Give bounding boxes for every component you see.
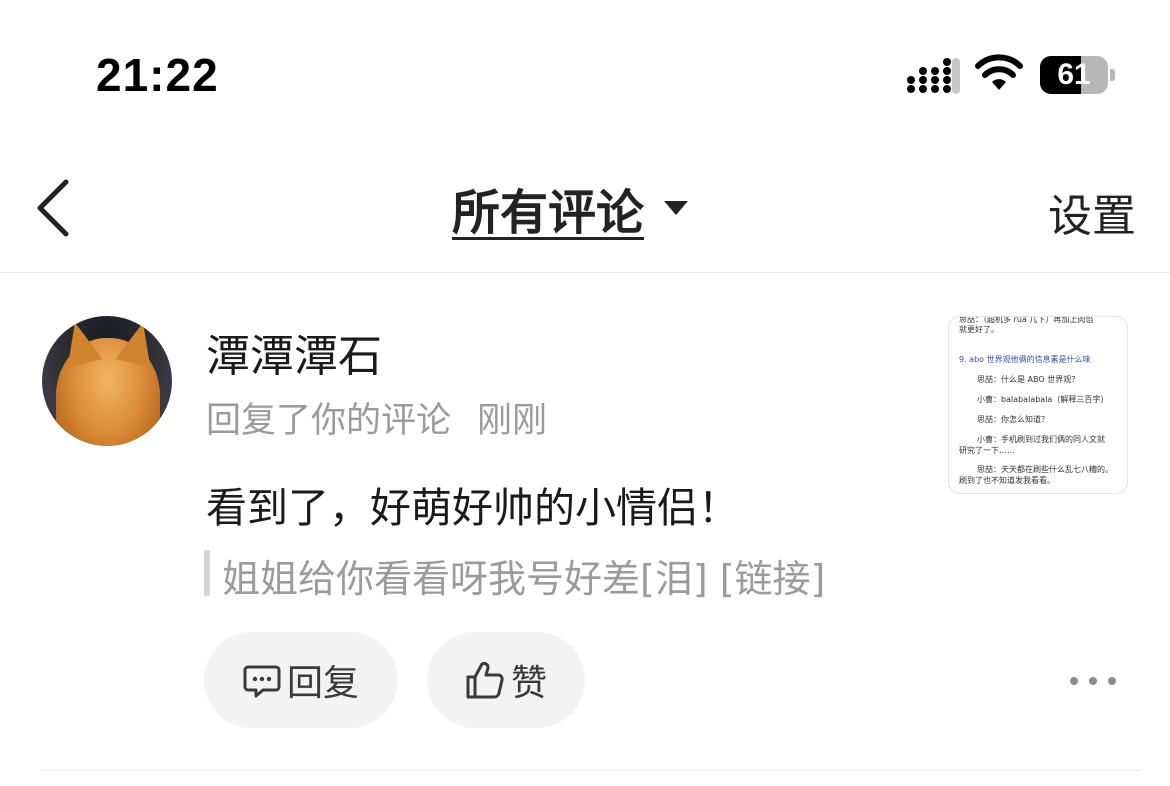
thumbnail-line: 思喆：你怎么知道？ xyxy=(977,415,1049,424)
status-time: 21:22 xyxy=(96,49,219,101)
timestamp: 刚刚 xyxy=(477,401,548,441)
comment-meta: 回复了你的评论 刚刚 xyxy=(206,392,547,443)
thumbnail-line: 小曹：手机刷到过我们俩的同人文就 xyxy=(977,435,1105,444)
reply-button[interactable]: 回复 xyxy=(204,632,398,728)
avatar[interactable] xyxy=(42,316,172,446)
action-text: 回复了你的评论 xyxy=(206,401,452,441)
thumbs-up-icon xyxy=(466,661,504,699)
reply-label: 回复 xyxy=(286,663,359,704)
quoted-comment[interactable]: 姐姐给你看看呀我号好差[泪] [链接] xyxy=(222,548,825,603)
chevron-left-icon[interactable] xyxy=(30,176,80,240)
comment-text: 看到了，好萌好帅的小情侣！ xyxy=(206,484,739,532)
thumbnail-line: 研究了一下…… xyxy=(959,446,1015,455)
wifi-icon xyxy=(975,54,1023,90)
thumbnail-line: 就更好了。 xyxy=(959,325,999,334)
divider xyxy=(40,770,1140,771)
comment-filter-dropdown[interactable]: 所有评论 xyxy=(452,176,689,241)
post-thumbnail[interactable]: 思喆：（超机多 rua 几下）再加上肉馅 就更好了。 9. abo 世界观他俩的… xyxy=(948,316,1128,494)
thumbnail-line: 9. abo 世界观他俩的信息素是什么味 xyxy=(959,355,1091,364)
divider xyxy=(0,272,1170,273)
cellular-signal-icon xyxy=(907,58,960,94)
username[interactable]: 潭潭潭石 xyxy=(206,320,382,384)
ellipsis-icon[interactable] xyxy=(1070,668,1116,694)
thumbnail-line: 思喆：天天都在刷些什么乱七八糟的。 xyxy=(977,465,1113,474)
comment-bubble-icon xyxy=(243,665,281,698)
thumbnail-line: 思喆：（超机多 rua 几下）再加上肉馅 xyxy=(959,316,1094,324)
caret-down-icon xyxy=(664,201,689,215)
page-title: 所有评论 xyxy=(452,185,645,241)
battery-level: 61 xyxy=(1057,58,1091,91)
battery-indicator: 61 xyxy=(1040,56,1116,94)
like-label: 赞 xyxy=(510,663,547,704)
like-button[interactable]: 赞 xyxy=(427,632,585,728)
thumbnail-line: 思喆：什么是 ABO 世界观？ xyxy=(977,375,1080,384)
thumbnail-line: 刷到了也不知道发我看看。 xyxy=(959,476,1055,485)
settings-button[interactable]: 设置 xyxy=(1048,180,1136,244)
quote-bar xyxy=(204,550,210,596)
thumbnail-line: 小曹：balabalabala（解释三百字） xyxy=(977,395,1109,404)
